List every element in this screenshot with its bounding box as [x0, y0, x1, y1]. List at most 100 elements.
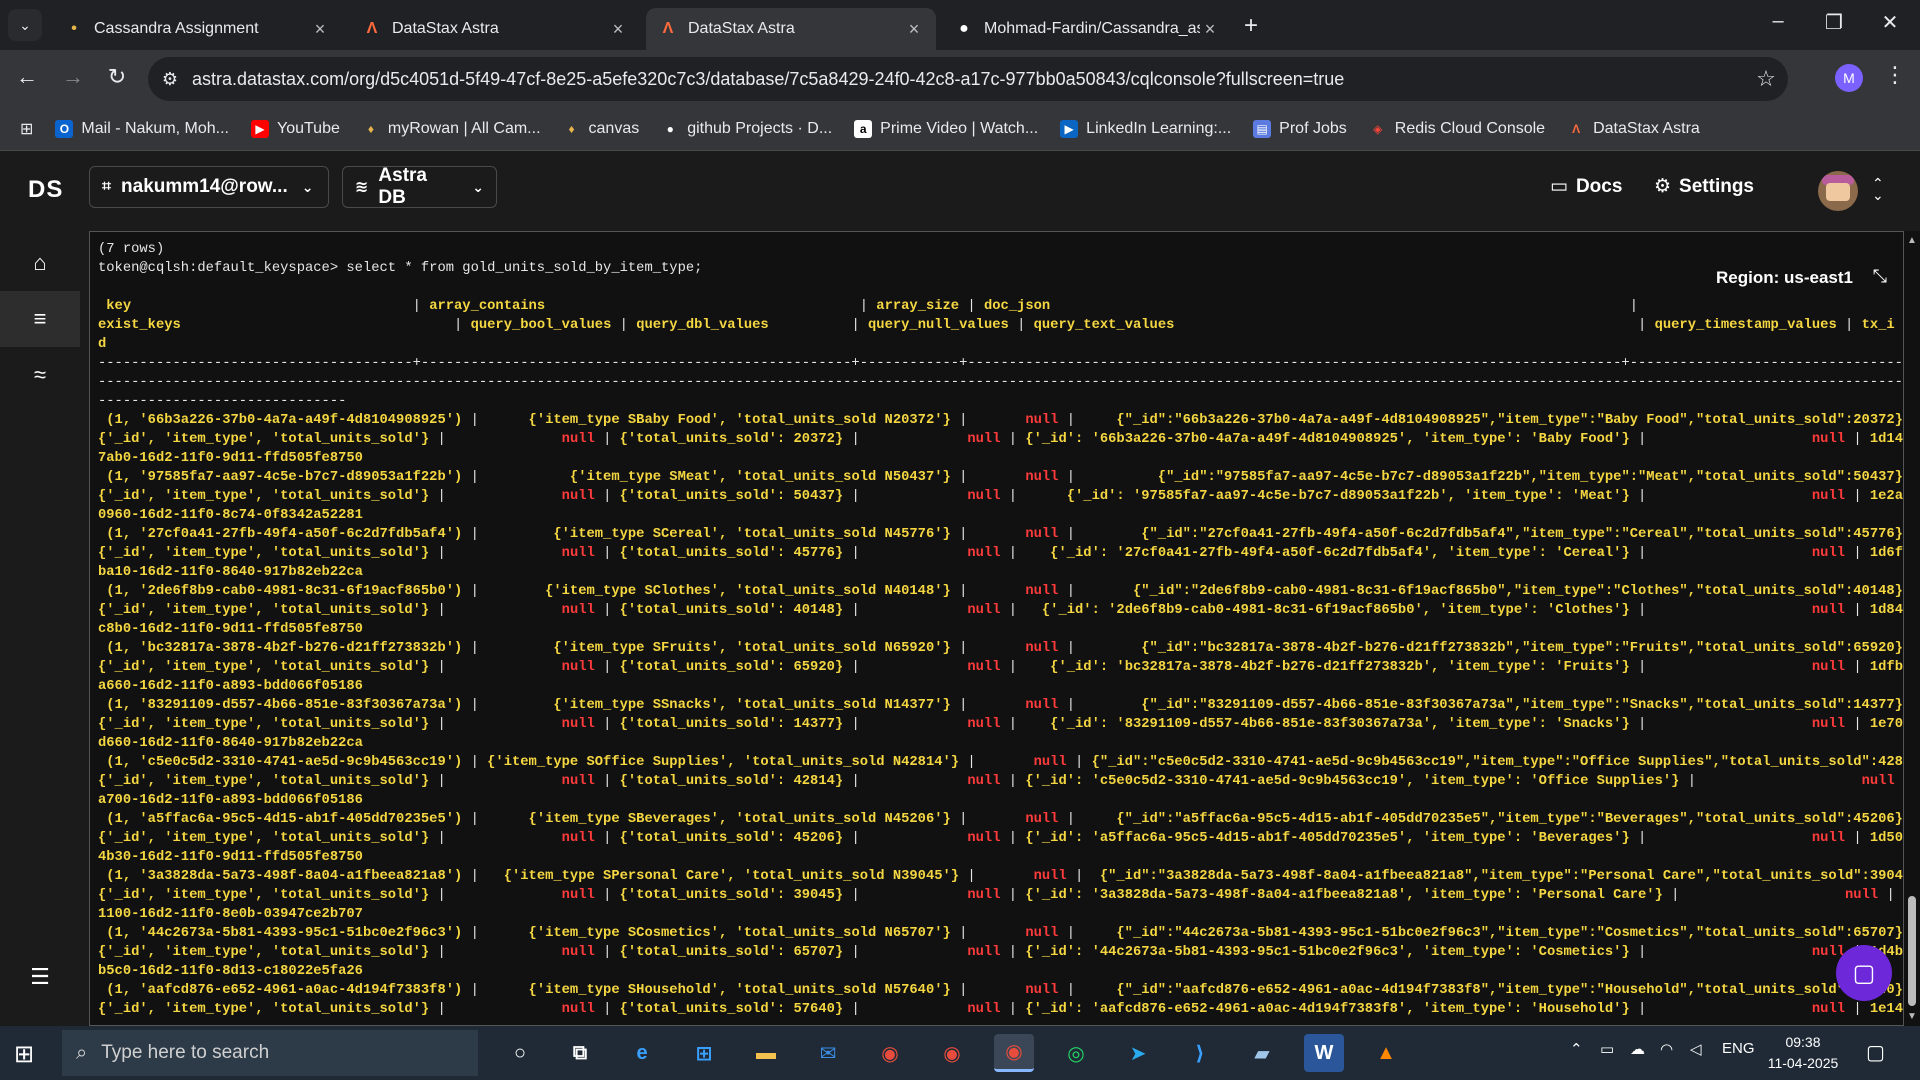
console-text: |: [1845, 318, 1862, 333]
streaming-icon[interactable]: ≈: [0, 347, 80, 403]
expand-collapse-icon[interactable]: ⌃ ⌄: [1872, 176, 1884, 202]
bookmark-redis[interactable]: ◈ Redis Cloud Console: [1369, 120, 1545, 138]
cql-console[interactable]: (7 rows) token@cqlsh:default_keyspace> se…: [89, 231, 1904, 1026]
minimize-button[interactable]: –: [1758, 10, 1798, 33]
bookmark-myrowan[interactable]: ♦ myRowan | All Cam...: [362, 120, 541, 138]
windows-taskbar: ⊞ ⌕ Type here to search ○ ⧉ e ⊞ ▬ ✉ ◉ ◉ …: [0, 1026, 1920, 1080]
github-icon: ●: [959, 20, 969, 37]
console-text: |: [959, 641, 976, 656]
scroll-down-icon[interactable]: ▼: [1907, 1011, 1917, 1022]
bookmark-prime[interactable]: a Prime Video | Watch...: [854, 120, 1038, 138]
bookmark-youtube[interactable]: ▶ YouTube: [251, 120, 340, 138]
tab-search-button[interactable]: ⌄: [8, 9, 42, 41]
bookmark-mail[interactable]: O Mail - Nakum, Moh...: [55, 120, 229, 138]
profile-avatar[interactable]: M: [1835, 64, 1863, 92]
console-text: {'total_units_sold': 39045}: [619, 888, 852, 903]
datastax-logo[interactable]: DS: [28, 176, 63, 204]
battery-icon[interactable]: ▭: [1600, 1040, 1614, 1058]
console-text: |: [959, 527, 976, 542]
docs-link[interactable]: ▭ Docs: [1550, 175, 1622, 198]
language-indicator[interactable]: ENG: [1722, 1040, 1755, 1057]
new-tab-button[interactable]: +: [1244, 12, 1258, 40]
file-explorer-icon[interactable]: ▬: [746, 1034, 786, 1072]
tab-cassandra-assignment[interactable]: • Cassandra Assignment ×: [52, 8, 342, 50]
windows-start-icon[interactable]: ⊞: [14, 1040, 34, 1069]
url-text[interactable]: astra.datastax.com/org/d5c4051d-5f49-47c…: [192, 69, 1744, 90]
console-line: key | array_contains | array_size | doc_…: [98, 297, 1894, 316]
whatsapp-icon[interactable]: ◎: [1056, 1034, 1096, 1072]
taskbar-search[interactable]: ⌕ Type here to search: [62, 1030, 478, 1076]
onedrive-icon[interactable]: ☁: [1630, 1040, 1645, 1058]
console-line: a700-16d2-11f0-a893-bdd066f05186: [98, 791, 1894, 810]
console-text: {'item_type SCereal', 'total_units_sold …: [487, 527, 960, 542]
product-selector-label: Astra DB: [378, 165, 427, 208]
window-close-button[interactable]: ✕: [1870, 10, 1910, 35]
console-line: {'_id', 'item_type', 'total_units_sold'}…: [98, 487, 1903, 506]
console-text: (1, '3a3828da-5a73-498f-8a04-a1fbeea821a…: [98, 869, 471, 884]
tab-github-repo[interactable]: ● Mohmad-Fardin/Cassandra_ass ×: [942, 8, 1232, 50]
mail-icon[interactable]: ✉: [808, 1034, 848, 1072]
store-icon[interactable]: ⊞: [684, 1034, 724, 1072]
tray-chevron-icon[interactable]: ⌃: [1570, 1040, 1583, 1058]
address-bar[interactable]: ⚙ astra.datastax.com/org/d5c4051d-5f49-4…: [148, 57, 1788, 101]
cassandra-icon: •: [71, 20, 77, 37]
bookmark-github[interactable]: ● github Projects · D...: [661, 120, 833, 138]
console-text: |: [470, 869, 488, 884]
menu-toggle-icon[interactable]: ☰: [0, 949, 80, 1005]
tab-title: Cassandra Assignment: [94, 20, 259, 37]
telegram-icon[interactable]: ➤: [1118, 1034, 1158, 1072]
console-text: (1, 'c5e0c5d2-3310-4741-ae5d-9c9b4563cc1…: [98, 755, 471, 770]
bookmark-prof-jobs[interactable]: ▤ Prof Jobs: [1253, 120, 1347, 138]
console-text: |: [1638, 1002, 1655, 1017]
product-selector[interactable]: ≋ Astra DB ⌄: [342, 165, 497, 208]
close-icon[interactable]: ×: [608, 19, 628, 40]
vlc-icon[interactable]: ▲: [1366, 1034, 1406, 1072]
home-icon[interactable]: ⌂: [0, 235, 80, 291]
console-scrollbar[interactable]: ▲ ▼: [1904, 231, 1920, 1026]
cortana-icon[interactable]: ○: [500, 1034, 540, 1072]
word-icon[interactable]: W: [1304, 1034, 1344, 1072]
chat-support-button[interactable]: ▢: [1836, 945, 1892, 1001]
console-text: {'item_type SSnacks', 'total_units_sold …: [487, 698, 960, 713]
notes-app-icon[interactable]: ▰: [1242, 1034, 1282, 1072]
scrollbar-thumb[interactable]: [1908, 896, 1916, 1006]
settings-link[interactable]: ⚙ Settings: [1654, 175, 1754, 198]
console-text: {'item_type SOffice Supplies', 'total_un…: [487, 755, 968, 770]
null-value: null: [868, 660, 1009, 675]
tab-datastax-astra-1[interactable]: Λ DataStax Astra ×: [350, 8, 640, 50]
console-text: {'_id', 'item_type', 'total_units_sold'}: [98, 945, 438, 960]
exit-fullscreen-icon[interactable]: ⤡: [1873, 266, 1887, 287]
bookmark-linkedin[interactable]: ▶ LinkedIn Learning:...: [1060, 120, 1231, 138]
region-label: Region: us-east1: [1716, 268, 1853, 287]
database-nav-icon[interactable]: ≡: [0, 291, 80, 347]
notification-icon[interactable]: ▢: [1866, 1040, 1885, 1065]
reload-button[interactable]: ↻: [102, 64, 132, 90]
org-selector-label: nakumm14@row...: [121, 176, 288, 197]
task-view-icon[interactable]: ⧉: [560, 1034, 600, 1072]
vscode-icon[interactable]: ⟩: [1180, 1034, 1220, 1072]
bookmark-canvas[interactable]: ♦ canvas: [563, 120, 639, 138]
site-info-icon[interactable]: ⚙: [148, 69, 192, 90]
bookmark-star-icon[interactable]: ☆: [1744, 66, 1788, 92]
scroll-up-icon[interactable]: ▲: [1907, 235, 1917, 246]
tab-datastax-astra-active[interactable]: Λ DataStax Astra ×: [646, 8, 936, 50]
chrome-profile-icon[interactable]: ◉: [932, 1034, 972, 1072]
chrome-icon[interactable]: ◉: [870, 1034, 910, 1072]
system-clock[interactable]: 09:38 11-04-2025: [1758, 1032, 1848, 1074]
forward-button[interactable]: →: [58, 64, 88, 90]
console-text: |: [959, 926, 976, 941]
volume-icon[interactable]: ◁: [1690, 1040, 1702, 1058]
close-icon[interactable]: ×: [904, 19, 924, 40]
chrome-active-icon[interactable]: ◉: [994, 1034, 1034, 1072]
close-icon[interactable]: ×: [1200, 19, 1220, 40]
wifi-icon[interactable]: ◠: [1660, 1040, 1673, 1058]
edge-icon[interactable]: e: [622, 1034, 662, 1072]
browser-menu-icon[interactable]: ⋮: [1884, 62, 1906, 88]
apps-grid-icon[interactable]: ⊞: [20, 119, 33, 139]
bookmark-astra[interactable]: Λ DataStax Astra: [1567, 120, 1700, 138]
back-button[interactable]: ←: [12, 64, 42, 90]
org-selector[interactable]: ⌗ nakumm14@row... ⌄: [89, 166, 329, 208]
user-avatar[interactable]: [1818, 171, 1858, 211]
close-icon[interactable]: ×: [310, 19, 330, 40]
restore-button[interactable]: ❐: [1814, 10, 1854, 35]
